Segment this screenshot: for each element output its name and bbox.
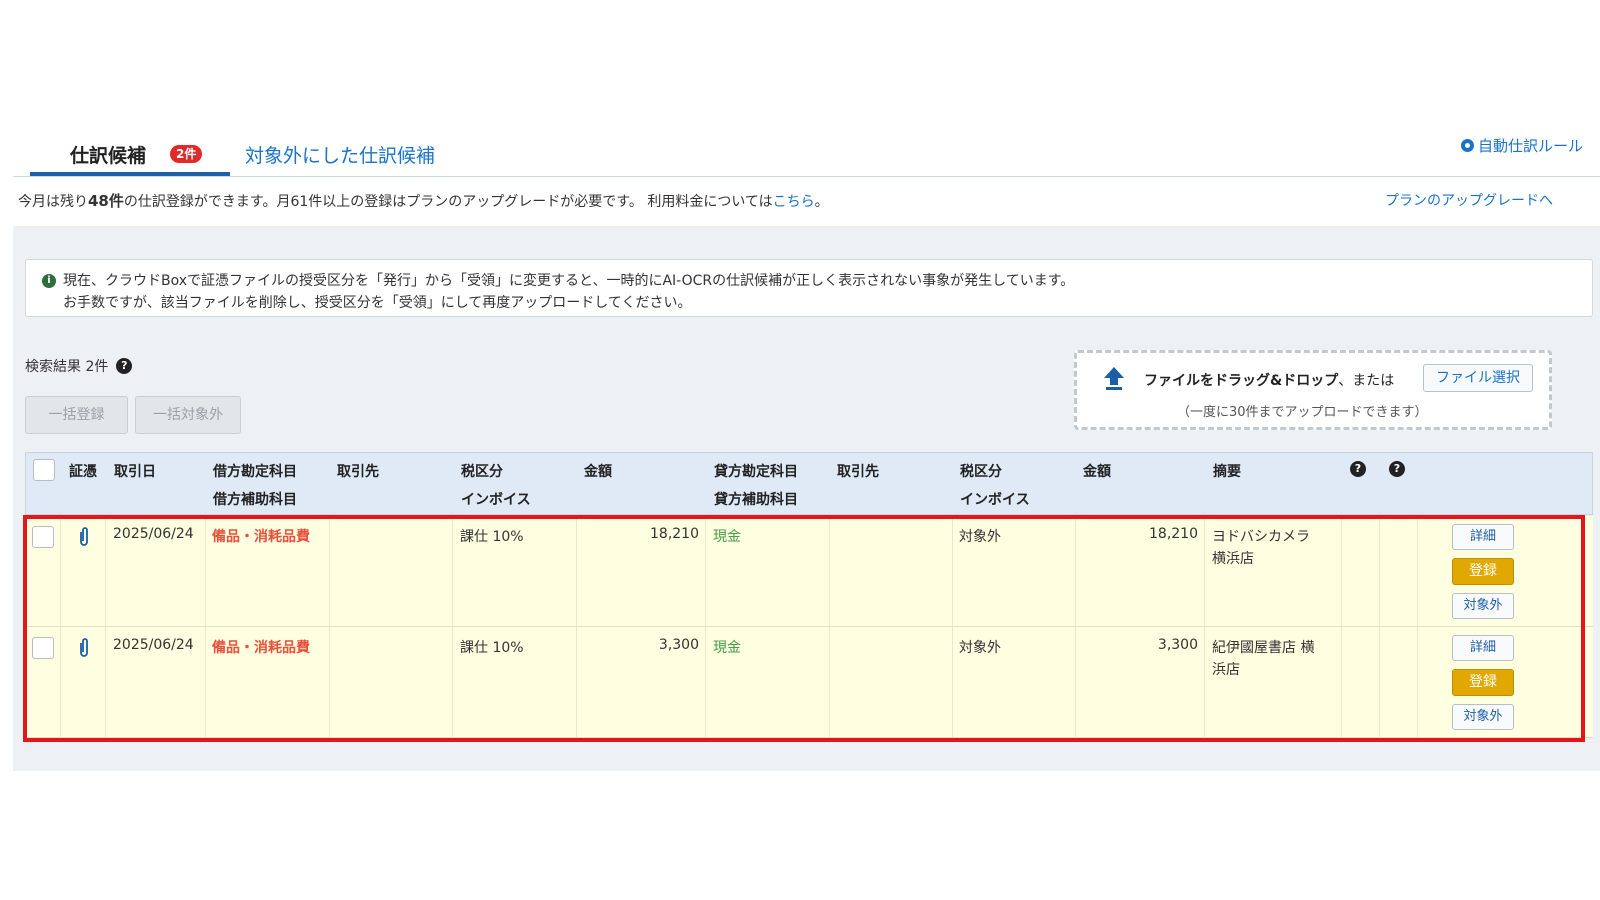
pricing-link[interactable]: こちら	[773, 194, 815, 210]
header-credit-tax: 税区分	[960, 464, 1002, 480]
row-debit-account[interactable]: 備品・消耗品費	[212, 526, 310, 546]
upload-limit-text: （一度に30件までアップロードできます）	[1177, 405, 1428, 420]
row-memo-line-2: 浜店	[1212, 662, 1240, 678]
auto-rule-icon	[1460, 139, 1474, 152]
row-date: 2025/06/24	[113, 526, 194, 542]
row-memo-line-1: 紀伊國屋書店 横	[1212, 640, 1315, 656]
row-debit-tax: 課仕 10%	[460, 640, 524, 656]
notice-line-2: お手数ですが、該当ファイルを削除し、授受区分を「受領」にして再度アップロードして…	[63, 295, 692, 311]
header-credit-amount: 金額	[1083, 464, 1111, 480]
result-count-label: 検索結果 2件	[25, 359, 109, 375]
row-memo-line-2: 横浜店	[1212, 551, 1254, 567]
file-select-button[interactable]: ファイル選択	[1423, 364, 1533, 392]
header-credit-invoice: インボイス	[960, 492, 1030, 508]
drag-drop-text: ファイルをドラッグ&ドロップ、または	[1144, 370, 1394, 390]
row-debit-amount: 3,300	[658, 637, 699, 653]
register-button[interactable]: 登録	[1452, 669, 1514, 696]
register-button[interactable]: 登録	[1452, 558, 1514, 585]
quota-message: 今月は残り48件の仕訳登録ができます。月61件以上の登録はプランのアップグレード…	[18, 190, 829, 211]
header-debit-invoice: インボイス	[461, 492, 531, 508]
quota-remaining: 48件	[88, 192, 124, 210]
upload-arrow-icon	[1104, 367, 1124, 390]
auto-rule-link[interactable]: 自動仕訳ルール	[1460, 135, 1583, 156]
table-row: 2025/06/24 備品・消耗品費 課仕 10% 18,210 現金 対象外 …	[25, 516, 1593, 627]
quota-suffix: 。	[814, 194, 829, 210]
info-icon: i	[42, 274, 56, 288]
drag-drop-bold: ファイルをドラッグ&ドロップ	[1144, 373, 1339, 389]
bulk-exclude-button[interactable]: 一括対象外	[135, 396, 241, 434]
header-debit-tax: 税区分	[461, 464, 503, 480]
auto-rule-label: 自動仕訳ルール	[1477, 137, 1583, 155]
search-result-count: 検索結果 2件 ?	[25, 356, 133, 376]
detail-button[interactable]: 詳細	[1452, 524, 1514, 550]
file-dropzone[interactable]: ファイルをドラッグ&ドロップ、または ファイル選択 （一度に30件までアップロー…	[1074, 350, 1552, 430]
exclude-button[interactable]: 対象外	[1452, 593, 1514, 619]
paperclip-icon[interactable]	[77, 526, 91, 548]
tab-journal-candidates-label: 仕訳候補	[70, 145, 147, 167]
header-date: 取引日	[114, 464, 156, 480]
journal-table: 証憑 取引日 借方勘定科目 借方補助科目 取引先 税区分 インボイス 金額 貸方…	[25, 452, 1593, 744]
table-header: 証憑 取引日 借方勘定科目 借方補助科目 取引先 税区分 インボイス 金額 貸方…	[25, 452, 1593, 515]
row-debit-amount: 18,210	[650, 526, 699, 542]
notice-banner: i 現在、クラウドBoxで証憑ファイルの授受区分を「発行」から「受領」に変更する…	[25, 259, 1593, 317]
detail-button[interactable]: 詳細	[1452, 635, 1514, 661]
tab-bar: 仕訳候補 2件 対象外にした仕訳候補 自動仕訳ルール	[13, 120, 1600, 177]
quota-prefix: 今月は残り	[18, 194, 88, 210]
help-icon[interactable]: ?	[1350, 461, 1366, 477]
help-icon[interactable]: ?	[116, 358, 133, 374]
header-debit-sub: 借方補助科目	[213, 492, 297, 508]
tab-excluded-candidates[interactable]: 対象外にした仕訳候補	[245, 141, 435, 168]
drag-drop-rest: 、または	[1338, 373, 1395, 389]
header-voucher: 証憑	[69, 464, 97, 480]
row-credit-amount: 3,300	[1157, 637, 1198, 653]
plan-upgrade-link[interactable]: プランのアップグレードへ	[1385, 190, 1553, 210]
row-credit-account[interactable]: 現金	[713, 637, 741, 657]
notice-line-1: 現在、クラウドBoxで証憑ファイルの授受区分を「発行」から「受領」に変更すると、…	[63, 273, 1075, 289]
tab-journal-candidates[interactable]: 仕訳候補 2件	[30, 130, 230, 176]
count-badge: 2件	[170, 145, 203, 163]
row-credit-tax: 対象外	[959, 529, 1001, 545]
main-content: i 現在、クラウドBoxで証憑ファイルの授受区分を「発行」から「受領」に変更する…	[13, 226, 1600, 771]
exclude-button[interactable]: 対象外	[1452, 704, 1514, 730]
header-debit-partner: 取引先	[337, 464, 379, 480]
row-credit-amount: 18,210	[1149, 526, 1198, 542]
row-checkbox[interactable]	[32, 526, 54, 548]
row-debit-account[interactable]: 備品・消耗品費	[212, 637, 310, 657]
row-credit-account[interactable]: 現金	[713, 526, 741, 546]
bulk-register-button[interactable]: 一括登録	[25, 396, 128, 434]
paperclip-icon[interactable]	[77, 637, 91, 659]
row-memo-line-1: ヨドバシカメラ	[1212, 529, 1310, 545]
header-credit-account: 貸方勘定科目	[714, 464, 798, 480]
header-debit-amount: 金額	[584, 464, 612, 480]
header-debit-account: 借方勘定科目	[213, 464, 297, 480]
quota-middle: の仕訳登録ができます。月61件以上の登録はプランのアップグレードが必要です。 利…	[123, 194, 773, 210]
table-row: 2025/06/24 備品・消耗品費 課仕 10% 3,300 現金 対象外 3…	[25, 627, 1593, 738]
row-debit-tax: 課仕 10%	[460, 529, 524, 545]
row-date: 2025/06/24	[113, 637, 194, 653]
header-credit-partner: 取引先	[837, 464, 879, 480]
help-icon[interactable]: ?	[1389, 461, 1405, 477]
row-credit-tax: 対象外	[959, 640, 1001, 656]
select-all-checkbox[interactable]	[33, 459, 55, 481]
row-checkbox[interactable]	[32, 637, 54, 659]
header-credit-sub: 貸方補助科目	[714, 492, 798, 508]
header-memo: 摘要	[1213, 464, 1241, 480]
